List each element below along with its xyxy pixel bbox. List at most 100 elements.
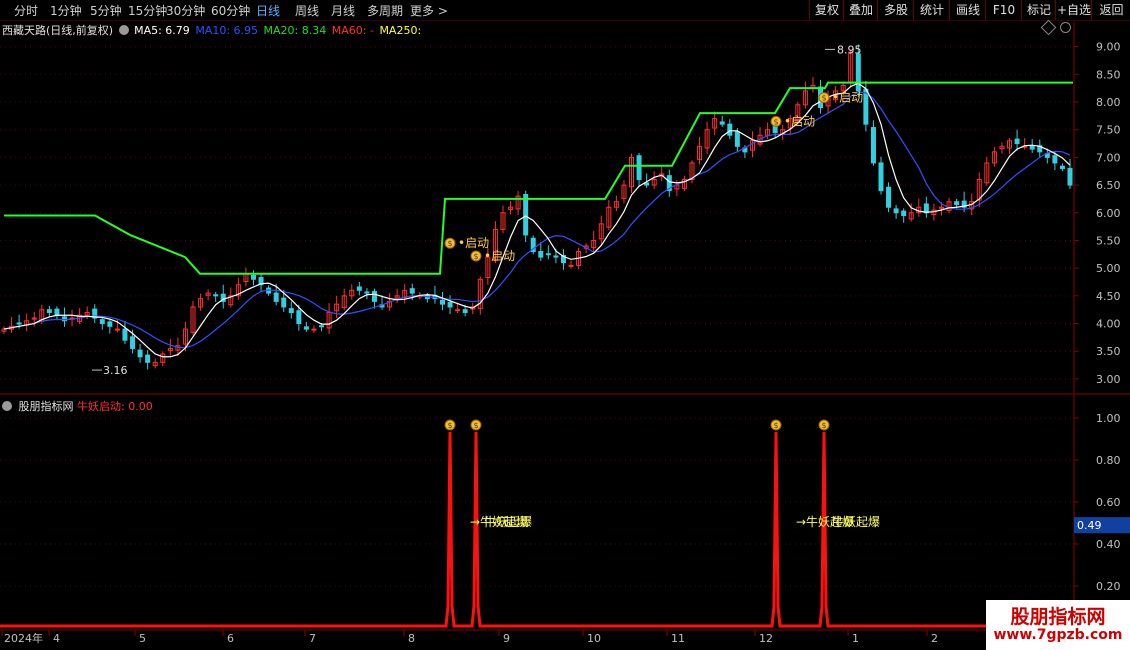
date-label: 11	[671, 632, 685, 645]
candle-body	[560, 254, 566, 264]
candle-body	[818, 86, 824, 109]
period-tab-0[interactable]: 分时	[14, 2, 38, 19]
candle-body	[553, 255, 559, 258]
period-tab-9[interactable]: 多周期	[367, 2, 403, 19]
stock-title[interactable]: 西藏天路(日线,前复权)	[2, 24, 113, 37]
price-chart[interactable]: 9.00 8.50 8.00 7.50 7.00 6.50 6.00 5.50 5.00 4.50…	[0, 0, 1130, 650]
candle-body	[107, 321, 113, 327]
period-tab-6[interactable]: 日线	[256, 2, 280, 19]
candle-body	[1059, 165, 1065, 169]
current-value-box	[1074, 517, 1130, 534]
date-label: 10	[587, 632, 601, 645]
candle-body	[787, 118, 793, 129]
candle-body	[719, 121, 725, 125]
candle-body	[77, 314, 83, 322]
money-bag-glyph: $	[773, 421, 778, 430]
date-label: 2	[931, 632, 938, 645]
candle-body	[409, 288, 415, 294]
candle-body	[417, 295, 423, 298]
money-bag-glyph: $	[773, 117, 778, 126]
candle-body	[258, 277, 264, 286]
date-label: 5	[139, 632, 146, 645]
candle-body	[908, 212, 914, 220]
candle-body	[61, 316, 67, 322]
price-tick-label: 7.00	[1096, 151, 1121, 164]
low-label: 3.16	[103, 364, 128, 377]
candle-body	[371, 290, 377, 302]
price-tick-label: 5.50	[1096, 234, 1121, 247]
candle-body	[341, 295, 347, 308]
period-tab-7[interactable]: 周线	[295, 2, 319, 19]
candle-body	[659, 173, 665, 177]
price-tick-label: 4.50	[1096, 290, 1121, 303]
candle-body	[326, 311, 332, 329]
toolbar-button-2[interactable]: 多股	[877, 0, 914, 20]
burst-label: 牛妖起爆	[484, 514, 532, 529]
candle-body	[39, 309, 45, 322]
candle-body	[689, 162, 695, 181]
candle-body	[394, 295, 400, 299]
period-tab-8[interactable]: 月线	[331, 2, 355, 19]
toolbar-button-1[interactable]: 叠加	[843, 0, 878, 20]
period-tab-4[interactable]: 30分钟	[166, 2, 205, 19]
candle-body	[757, 134, 763, 145]
candle-body	[984, 162, 990, 184]
candle-body	[772, 125, 778, 133]
candle-body	[999, 145, 1005, 150]
period-tab-10[interactable]: 更多 >	[410, 2, 448, 19]
ma20-line	[4, 81, 1073, 275]
toolbar-button-5[interactable]: F10	[985, 0, 1022, 20]
candle-body	[439, 299, 445, 305]
candle-body	[379, 304, 385, 308]
candle-body	[938, 206, 944, 209]
period-tab-5[interactable]: 60分钟	[211, 2, 250, 19]
candle-body	[704, 129, 710, 149]
candle-body	[130, 336, 136, 349]
money-bag-glyph: $	[821, 94, 826, 103]
candle-body	[568, 264, 574, 267]
candle-body	[674, 184, 680, 190]
candle-body	[954, 201, 960, 205]
candle-body	[591, 239, 597, 249]
candle-body	[530, 237, 536, 253]
candle-body	[545, 253, 551, 256]
watermark: 股朋指标网 www.7gpzb.com	[986, 600, 1130, 650]
period-tab-2[interactable]: 5分钟	[90, 2, 122, 19]
date-label: 7	[309, 632, 316, 645]
diamond-icon[interactable]	[1040, 19, 1057, 36]
settings-circle-icon[interactable]	[2, 401, 12, 411]
candle-body	[492, 228, 498, 261]
toolbar-button-8[interactable]: 返回	[1091, 0, 1130, 20]
sub-legend: 股朋指标网 牛妖启动: 0.00	[2, 398, 153, 414]
candle-body	[213, 294, 219, 297]
toolbar-button-3[interactable]: 统计	[913, 0, 950, 20]
period-tab-1[interactable]: 1分钟	[50, 2, 82, 19]
price-tick-label: 8.50	[1096, 68, 1121, 81]
sub-tick-label: 0.80	[1096, 454, 1121, 467]
candle-body	[190, 306, 196, 333]
sub-tick-label: 0.20	[1096, 580, 1121, 593]
candle-body	[462, 309, 468, 313]
candle-body	[281, 297, 287, 308]
watermark-title: 股朋指标网	[1010, 606, 1106, 628]
toolbar-button-6[interactable]: 标记	[1021, 0, 1056, 20]
candle-body	[288, 308, 294, 313]
candle-body	[470, 306, 476, 310]
settings-circle-icon[interactable]	[118, 25, 129, 35]
high-label: 8.95	[837, 43, 862, 56]
period-tab-3[interactable]: 15分钟	[128, 2, 167, 19]
candle-body	[1022, 145, 1028, 148]
toolbar-button-0[interactable]: 复权	[809, 0, 844, 20]
toolbar-button-4[interactable]: 画线	[949, 0, 986, 20]
circle-icon[interactable]	[1060, 22, 1071, 33]
candle-body	[916, 206, 922, 214]
candle-body	[432, 294, 438, 300]
candle-body	[387, 300, 393, 308]
candle-body	[1029, 145, 1035, 150]
toolbar-button-7[interactable]: +自选	[1055, 0, 1092, 20]
candle-body	[666, 175, 672, 192]
price-tick-label: 7.50	[1096, 124, 1121, 137]
candle-body	[681, 179, 687, 189]
candle-body	[1052, 155, 1058, 164]
candle-body	[334, 303, 340, 312]
